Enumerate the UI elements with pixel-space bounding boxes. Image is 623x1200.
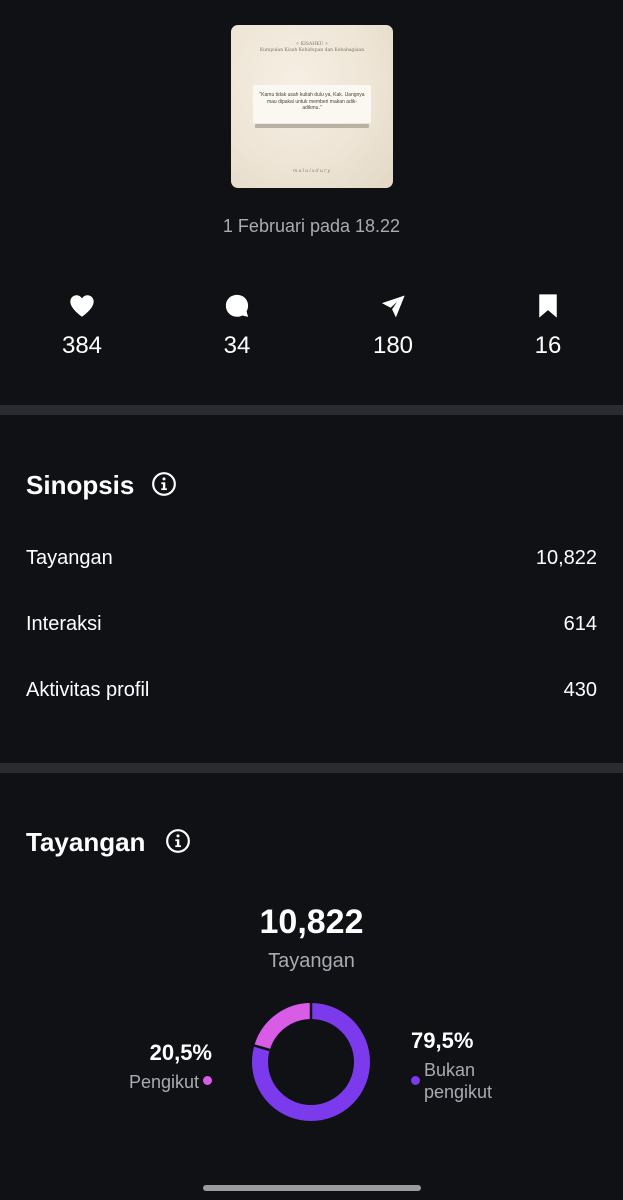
views-title: Tayangan — [26, 827, 146, 857]
synopsis-title: Sinopsis — [26, 470, 135, 500]
views-donut-chart — [251, 1002, 370, 1121]
likes-stat[interactable]: 384 — [32, 292, 132, 360]
synopsis-row-label-interactions: Interaksi — [26, 613, 102, 635]
comments-count: 34 — [223, 332, 251, 359]
info-icon[interactable] — [151, 471, 177, 497]
non-followers-percent: 79,5% — [411, 1028, 474, 1053]
comments-stat[interactable]: 34 — [187, 292, 287, 360]
synopsis-row-label-views: Tayangan — [26, 547, 113, 569]
saves-stat[interactable]: 16 — [498, 292, 598, 360]
bookmark-icon — [539, 294, 557, 318]
thumbnail-signature: maluisdury — [292, 168, 332, 174]
post-header: ✧ KISAHKU ✧ Kumpulan Kisah Kehidupan dan… — [0, 0, 623, 405]
thumbnail-quote: "Kamu tidak usah kuliah dulu ya, Kak. Ua… — [259, 92, 365, 111]
shares-count: 180 — [372, 332, 414, 359]
share-icon — [381, 295, 405, 318]
post-thumbnail[interactable]: ✧ KISAHKU ✧ Kumpulan Kisah Kehidupan dan… — [231, 25, 393, 188]
thumbnail-header: ✧ KISAHKU ✧ Kumpulan Kisah Kehidupan dan… — [259, 42, 365, 53]
synopsis-row-value-profile-activity: 430 — [563, 679, 597, 701]
followers-legend-dot — [203, 1076, 212, 1085]
post-date: 1 Februari pada 18.22 — [222, 216, 401, 236]
comment-icon — [225, 294, 249, 317]
saves-count: 16 — [534, 332, 562, 359]
shares-stat[interactable]: 180 — [343, 292, 443, 360]
section-divider — [0, 763, 623, 773]
followers-percent: 20,5% — [149, 1040, 212, 1065]
thumbnail-bar — [255, 124, 369, 128]
likes-count: 384 — [61, 332, 103, 359]
synopsis-row-value-interactions: 614 — [563, 613, 597, 635]
non-followers-label: Bukan pengikut — [424, 1060, 493, 1102]
non-followers-legend-dot — [411, 1076, 420, 1085]
section-divider — [0, 405, 623, 415]
views-total: 10,822 — [259, 903, 364, 941]
synopsis-row-label-profile-activity: Aktivitas profil — [26, 679, 150, 701]
synopsis-row-value-views: 10,822 — [535, 547, 597, 569]
home-indicator[interactable] — [203, 1185, 421, 1191]
followers-label: Pengikut — [128, 1072, 199, 1092]
heart-icon — [70, 295, 94, 317]
donut-segment-followers — [254, 1003, 312, 1051]
thumbnail-quote-card: "Kamu tidak usah kuliah dulu ya, Kak. Ua… — [253, 85, 371, 123]
views-total-label: Tayangan — [268, 950, 355, 972]
info-icon[interactable] — [165, 828, 191, 854]
